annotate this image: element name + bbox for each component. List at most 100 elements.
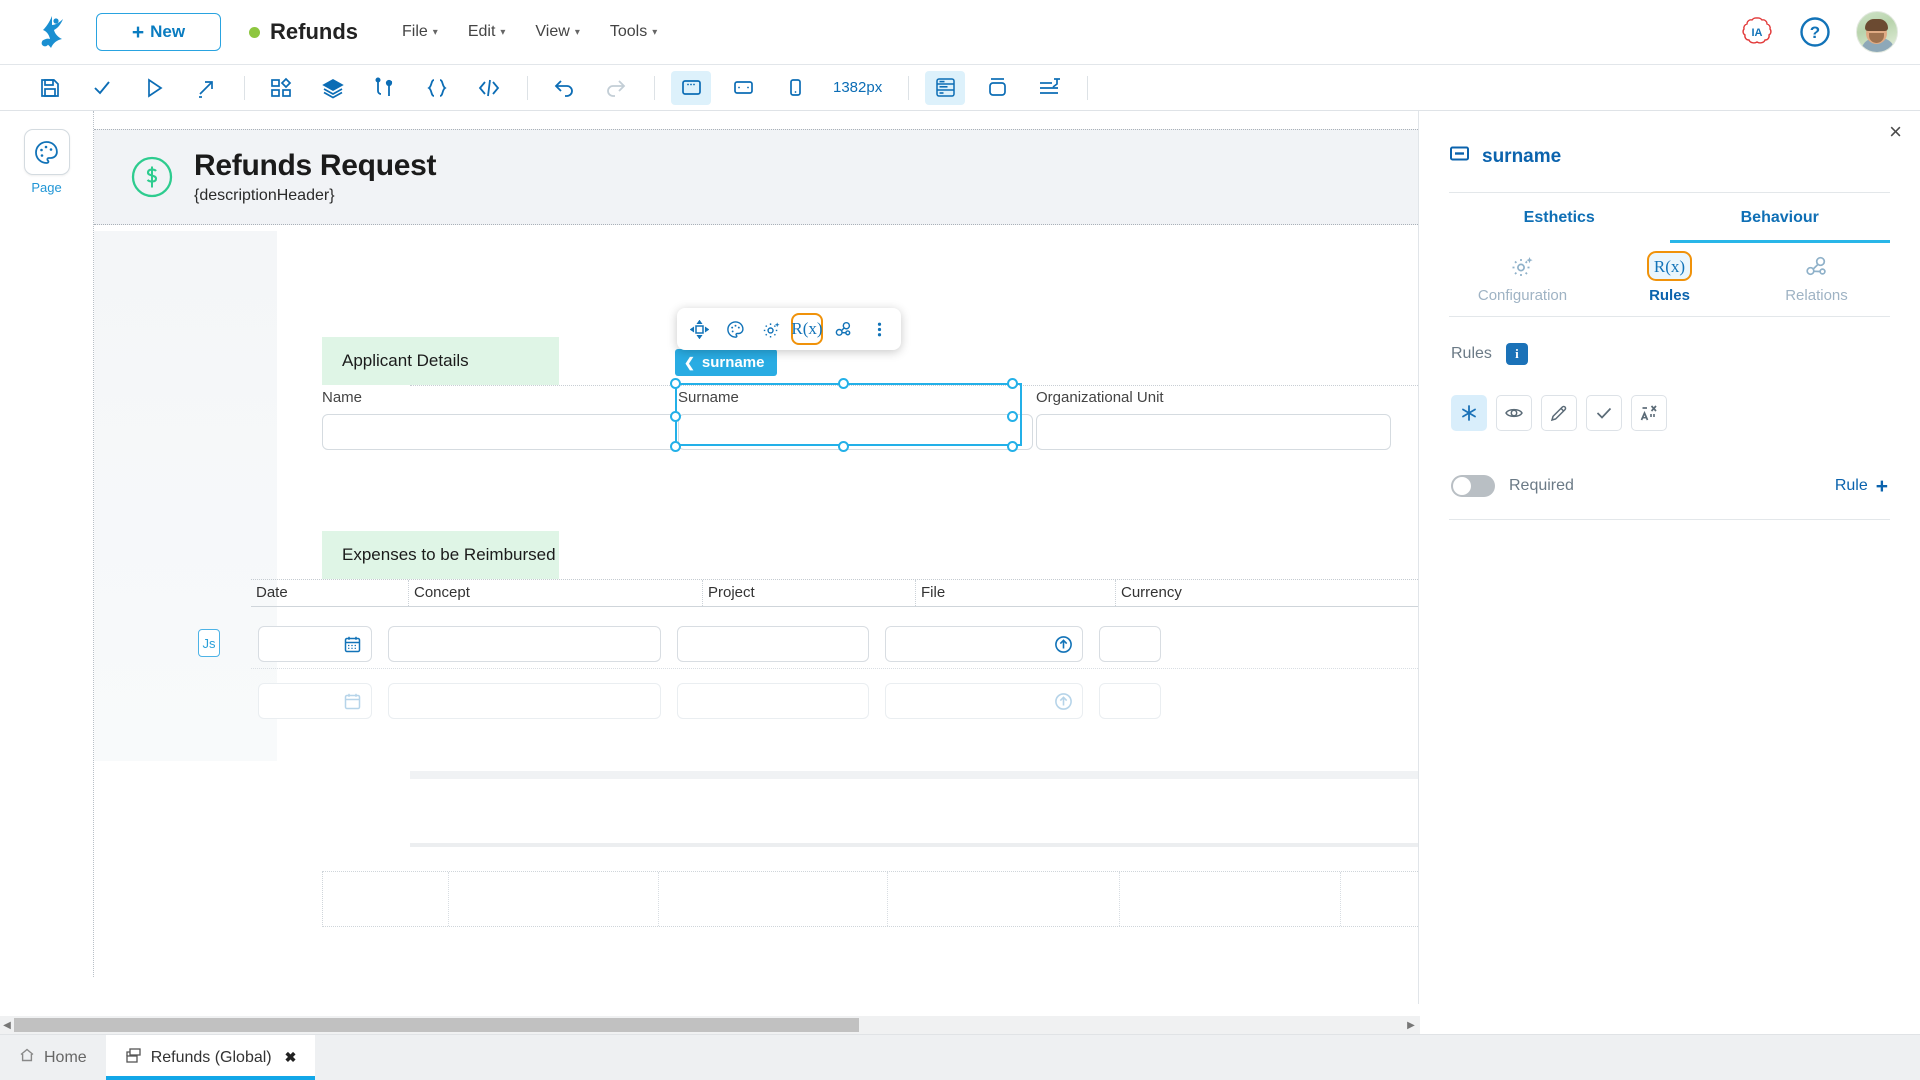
configuration-gear-icon[interactable] xyxy=(755,313,787,345)
required-toggle[interactable] xyxy=(1451,475,1495,497)
relations-icon[interactable] xyxy=(827,313,859,345)
info-icon[interactable]: i xyxy=(1506,343,1528,365)
scrollbar-track[interactable] xyxy=(14,1018,1420,1032)
rail-page-tool[interactable]: Page xyxy=(19,129,75,195)
container-icon[interactable] xyxy=(977,71,1017,105)
canvas-viewport[interactable]: Refunds Request {descriptionHeader} Appl… xyxy=(93,111,1418,1004)
empty-grid[interactable] xyxy=(322,871,1418,927)
field-surname-input[interactable] xyxy=(678,414,1033,450)
undo-icon[interactable] xyxy=(544,71,584,105)
field-name[interactable]: Name xyxy=(322,389,677,450)
resize-handle-tl[interactable] xyxy=(670,378,681,389)
empty-cell[interactable] xyxy=(449,872,660,926)
new-button[interactable]: + New xyxy=(96,13,221,51)
resize-handle-ml[interactable] xyxy=(670,411,681,422)
grid-layout-icon[interactable] xyxy=(925,71,965,105)
check-validation-icon[interactable] xyxy=(1586,395,1622,431)
tablet-view-icon[interactable] xyxy=(723,71,763,105)
scroll-right-arrow[interactable]: ▶ xyxy=(1404,1020,1418,1031)
asterisk-required-icon[interactable] xyxy=(1451,395,1487,431)
bottom-tab-home[interactable]: Home xyxy=(0,1035,106,1080)
subtab-configuration[interactable]: Configuration xyxy=(1449,251,1596,312)
mobile-view-icon[interactable] xyxy=(775,71,815,105)
pencil-editable-icon[interactable] xyxy=(1541,395,1577,431)
cell-date-2[interactable] xyxy=(258,683,372,719)
resize-handle-tr[interactable] xyxy=(1007,378,1018,389)
toolbar-divider xyxy=(908,76,909,100)
scroll-left-arrow[interactable]: ◀ xyxy=(0,1020,14,1031)
leap-logo-icon[interactable] xyxy=(30,10,74,54)
empty-cell[interactable] xyxy=(659,872,888,926)
cell-currency-1[interactable] xyxy=(1099,626,1161,662)
resize-handle-bc[interactable] xyxy=(838,441,849,452)
layers-icon[interactable] xyxy=(313,71,353,105)
field-surname[interactable]: Surname xyxy=(678,389,1033,450)
ia-assistant-icon[interactable]: IA xyxy=(1740,15,1774,49)
empty-cell[interactable] xyxy=(888,872,1120,926)
tab-esthetics[interactable]: Esthetics xyxy=(1449,193,1670,243)
resize-handle-bl[interactable] xyxy=(670,441,681,452)
bottom-tab-refunds[interactable]: Refunds (Global) ✖ xyxy=(106,1035,316,1080)
menu-file[interactable]: File ▾ xyxy=(402,23,438,41)
variable-assignment-icon[interactable] xyxy=(1631,395,1667,431)
calendar-icon[interactable] xyxy=(343,635,362,659)
palette-icon[interactable] xyxy=(719,313,751,345)
desktop-view-icon[interactable] xyxy=(671,71,711,105)
eye-visibility-icon[interactable] xyxy=(1496,395,1532,431)
subtab-rules[interactable]: R(x) Rules xyxy=(1596,251,1743,312)
menu-view[interactable]: View ▾ xyxy=(535,23,579,41)
expenses-row-1[interactable]: Js xyxy=(251,607,1418,669)
validate-check-icon[interactable] xyxy=(82,71,122,105)
upload-icon[interactable] xyxy=(1054,692,1073,716)
empty-cell[interactable] xyxy=(1120,872,1342,926)
align-icon[interactable] xyxy=(1029,71,1069,105)
calendar-icon[interactable] xyxy=(343,692,362,716)
more-vertical-icon[interactable] xyxy=(863,313,895,345)
expenses-row-2[interactable] xyxy=(251,669,1418,725)
menu-tools[interactable]: Tools ▾ xyxy=(610,23,657,41)
data-model-icon[interactable] xyxy=(365,71,405,105)
empty-cell[interactable] xyxy=(1341,872,1418,926)
components-icon[interactable] xyxy=(261,71,301,105)
cell-currency-2[interactable] xyxy=(1099,683,1161,719)
resize-handle-tc[interactable] xyxy=(838,378,849,389)
cell-project-1[interactable] xyxy=(677,626,869,662)
field-surname-label: Surname xyxy=(678,389,1033,411)
resize-handle-mr[interactable] xyxy=(1007,411,1018,422)
scrollbar-thumb[interactable] xyxy=(14,1018,859,1032)
close-icon[interactable]: ✖ xyxy=(285,1049,297,1066)
upload-icon[interactable] xyxy=(1054,635,1073,659)
run-play-icon[interactable] xyxy=(134,71,174,105)
deploy-share-icon[interactable] xyxy=(186,71,226,105)
field-name-input[interactable] xyxy=(322,414,677,450)
table-row[interactable] xyxy=(251,607,1418,669)
code-icon[interactable] xyxy=(469,71,509,105)
cell-date-1[interactable] xyxy=(258,626,372,662)
subtab-relations[interactable]: Relations xyxy=(1743,251,1890,312)
save-icon[interactable] xyxy=(30,71,70,105)
selected-element-chip[interactable]: ❮ surname xyxy=(675,349,777,376)
empty-cell[interactable] xyxy=(323,872,449,926)
cell-file-2[interactable] xyxy=(885,683,1083,719)
close-icon[interactable]: × xyxy=(1889,121,1902,143)
cell-file-1[interactable] xyxy=(885,626,1083,662)
tab-behaviour[interactable]: Behaviour xyxy=(1670,193,1891,243)
section-title-expenses-label: Expenses to be Reimbursed xyxy=(342,545,556,565)
rules-rx-icon[interactable]: R(x) xyxy=(791,313,823,345)
js-badge[interactable]: Js xyxy=(198,629,220,657)
table-row[interactable] xyxy=(251,669,1418,725)
cell-concept-1[interactable] xyxy=(388,626,661,662)
braces-icon[interactable] xyxy=(417,71,457,105)
cell-project-2[interactable] xyxy=(677,683,869,719)
redo-icon[interactable] xyxy=(596,71,636,105)
avatar[interactable] xyxy=(1856,11,1898,53)
horizontal-scrollbar[interactable]: ◀ ▶ xyxy=(0,1016,1420,1034)
cell-concept-2[interactable] xyxy=(388,683,661,719)
help-icon[interactable]: ? xyxy=(1798,15,1832,49)
field-organizational-unit[interactable]: Organizational Unit xyxy=(1036,389,1391,450)
menu-edit[interactable]: Edit ▾ xyxy=(468,23,506,41)
resize-handle-br[interactable] xyxy=(1007,441,1018,452)
move-icon[interactable] xyxy=(683,313,715,345)
add-rule-button[interactable]: Rule + xyxy=(1835,476,1888,497)
field-organizational-unit-input[interactable] xyxy=(1036,414,1391,450)
